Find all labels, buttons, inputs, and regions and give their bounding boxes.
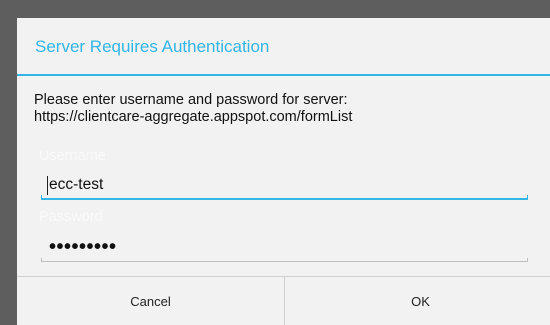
title-divider xyxy=(17,74,550,76)
ok-button[interactable]: OK xyxy=(285,277,550,325)
server-url: https://clientcare-aggregate.appspot.com… xyxy=(34,109,353,125)
password-field[interactable]: ••••••••• xyxy=(49,236,117,259)
message-line-1: Please enter username and password for s… xyxy=(34,92,348,108)
password-underline xyxy=(41,258,528,262)
password-label: Password xyxy=(39,209,103,225)
username-label: Username xyxy=(39,148,106,164)
username-underline xyxy=(41,195,528,200)
auth-dialog: Server Requires Authentication Please en… xyxy=(17,18,550,325)
text-cursor xyxy=(47,176,48,195)
cancel-button[interactable]: Cancel xyxy=(17,277,285,325)
username-field[interactable]: ecc-test xyxy=(49,176,103,194)
button-bar: Cancel OK xyxy=(17,276,550,325)
dialog-title: Server Requires Authentication xyxy=(35,37,270,56)
dialog-message: Please enter username and password for s… xyxy=(34,92,352,126)
